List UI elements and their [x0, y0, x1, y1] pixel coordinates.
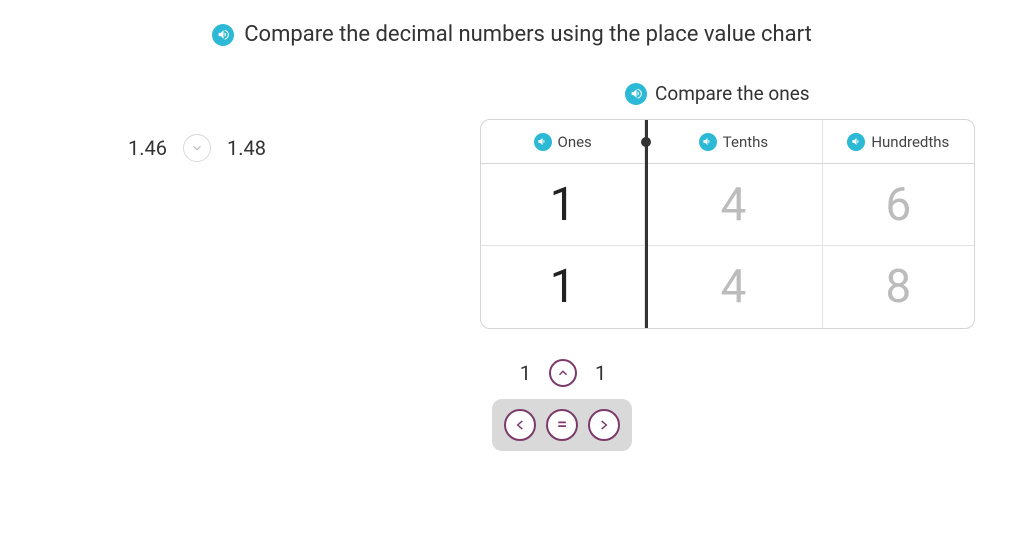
right-column: Compare the ones Ones Tenths	[480, 82, 980, 329]
answer-expression: 1 1	[478, 359, 648, 387]
audio-icon[interactable]	[534, 133, 552, 151]
table-row: 1 4 8	[481, 246, 974, 328]
cell-ones: 1	[481, 246, 645, 328]
audio-icon[interactable]	[625, 83, 647, 105]
header-tenths-label: Tenths	[723, 133, 768, 151]
greater-than-button[interactable]	[588, 409, 620, 441]
equals-icon: =	[557, 416, 567, 434]
less-than-button[interactable]	[504, 409, 536, 441]
operator-slot[interactable]	[549, 359, 577, 387]
header-tenths: Tenths	[645, 120, 822, 163]
equals-button[interactable]: =	[546, 409, 578, 441]
header-ones-label: Ones	[558, 133, 592, 151]
audio-icon[interactable]	[699, 133, 717, 151]
header-ones: Ones	[481, 120, 645, 163]
less-than-icon	[513, 418, 527, 432]
cell-ones: 1	[481, 164, 645, 245]
greater-than-icon	[597, 418, 611, 432]
compare-placeholder[interactable]	[183, 134, 211, 162]
content-area: 1.46 1.48 Compare the ones Ones	[0, 82, 1024, 329]
instruction-row: Compare the decimal numbers using the pl…	[0, 0, 1024, 47]
decimal-divider	[645, 120, 648, 328]
answer-value-b: 1	[595, 361, 606, 385]
header-hundredths-label: Hundredths	[871, 133, 949, 151]
step-label-row: Compare the ones	[625, 82, 980, 105]
instruction-text: Compare the decimal numbers using the pl…	[244, 22, 812, 47]
compare-expression: 1.46 1.48	[128, 134, 480, 162]
left-column: 1.46 1.48	[0, 82, 480, 329]
audio-icon[interactable]	[212, 24, 234, 46]
cell-hundredths: 6	[823, 164, 974, 245]
answer-value-a: 1	[520, 361, 531, 385]
chevron-down-icon	[190, 141, 204, 155]
cell-tenths: 4	[645, 246, 822, 328]
compare-value-b: 1.48	[227, 136, 266, 160]
answer-block: 1 1 =	[478, 359, 1024, 451]
chart-header: Ones Tenths Hundredths	[481, 120, 974, 164]
header-hundredths: Hundredths	[823, 120, 974, 163]
compare-value-a: 1.46	[128, 136, 167, 160]
step-label-text: Compare the ones	[655, 82, 810, 105]
chevron-up-icon	[556, 366, 570, 380]
cell-hundredths: 8	[823, 246, 974, 328]
operator-panel: =	[492, 399, 632, 451]
place-value-chart: Ones Tenths Hundredths 1 4	[480, 119, 975, 329]
decimal-point-icon	[641, 137, 651, 147]
table-row: 1 4 6	[481, 164, 974, 246]
cell-tenths: 4	[645, 164, 822, 245]
audio-icon[interactable]	[847, 133, 865, 151]
